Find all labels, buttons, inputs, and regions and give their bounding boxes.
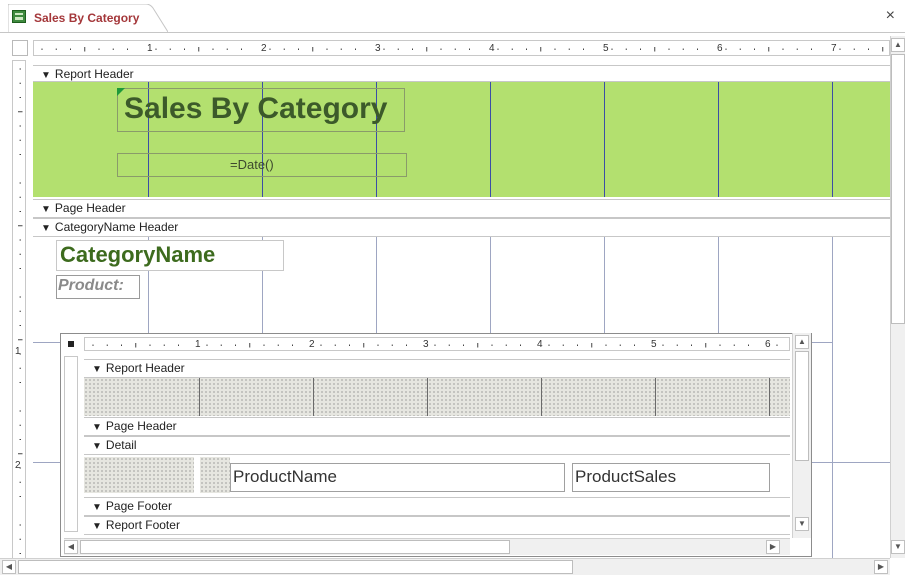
section-collapse-icon: ▼ bbox=[92, 521, 102, 532]
scroll-right-icon[interactable]: ▶ bbox=[766, 540, 780, 554]
ruler-ticks bbox=[92, 343, 778, 348]
scroll-thumb[interactable] bbox=[18, 560, 573, 574]
grid-line bbox=[655, 378, 656, 416]
section-label: Report Header bbox=[105, 361, 185, 375]
horizontal-ruler: 1 2 3 4 5 6 7 bbox=[33, 40, 890, 56]
scroll-thumb[interactable] bbox=[891, 54, 905, 324]
grid-line bbox=[541, 378, 542, 416]
section-label: Report Footer bbox=[105, 518, 180, 532]
scroll-up-icon[interactable]: ▲ bbox=[891, 38, 905, 52]
ruler-number: 1 bbox=[15, 346, 21, 357]
section-label: Page Footer bbox=[105, 499, 172, 513]
report-title: Sales By Category bbox=[124, 92, 388, 125]
section-collapse-icon: ▼ bbox=[92, 422, 102, 433]
subreport-vertical-ruler bbox=[64, 356, 78, 532]
scroll-thumb[interactable] bbox=[80, 540, 510, 554]
page-header-bar[interactable]: ▼ Page Header bbox=[33, 199, 890, 218]
section-collapse-icon: ▼ bbox=[92, 502, 102, 513]
section-label: Report Header bbox=[54, 67, 134, 81]
grid-line bbox=[313, 378, 314, 416]
ruler-number: 2 bbox=[309, 339, 315, 350]
section-label: Page Header bbox=[105, 419, 177, 433]
section-collapse-icon: ▼ bbox=[92, 441, 102, 452]
subreport-horizontal-scrollbar[interactable]: ◀ ▶ bbox=[64, 538, 790, 555]
grid-line bbox=[832, 237, 833, 564]
vertical-ruler: 1 2 bbox=[12, 60, 26, 560]
ruler-number: 1 bbox=[195, 339, 201, 350]
ruler-number: 1 bbox=[147, 43, 153, 54]
subreport-vertical-scrollbar[interactable]: ▲ ▼ bbox=[792, 333, 811, 538]
category-name-field: CategoryName bbox=[60, 242, 216, 267]
section-label: CategoryName Header bbox=[54, 220, 179, 234]
sub-page-header-bar[interactable]: ▼ Page Header bbox=[84, 417, 790, 436]
scroll-down-icon[interactable]: ▼ bbox=[795, 517, 809, 531]
date-expression: =Date() bbox=[230, 157, 274, 172]
scroll-down-icon[interactable]: ▼ bbox=[891, 540, 905, 554]
scroll-up-icon[interactable]: ▲ bbox=[795, 335, 809, 349]
grid-line bbox=[427, 378, 428, 416]
scroll-left-icon[interactable]: ◀ bbox=[2, 560, 16, 574]
dotted-area bbox=[200, 457, 230, 493]
document-tab[interactable]: Sales By Category bbox=[8, 4, 168, 32]
grid-line bbox=[769, 378, 770, 416]
tab-title: Sales By Category bbox=[34, 11, 140, 25]
section-label: Detail bbox=[105, 438, 137, 452]
ruler-number: 2 bbox=[15, 460, 21, 471]
ruler-number: 5 bbox=[603, 43, 609, 54]
product-sales-field: ProductSales bbox=[575, 467, 677, 486]
sub-report-header-bar[interactable]: ▼ Report Header bbox=[84, 359, 790, 378]
ruler-number: 4 bbox=[537, 339, 543, 350]
grid-line bbox=[199, 378, 200, 416]
vertical-scrollbar[interactable]: ▲ ▼ bbox=[890, 36, 905, 558]
sub-detail-bar[interactable]: ▼ Detail bbox=[84, 436, 790, 455]
dotted-area bbox=[84, 457, 194, 493]
ruler-number: 5 bbox=[651, 339, 657, 350]
ruler-ticks bbox=[41, 47, 884, 52]
grid-line bbox=[604, 237, 605, 337]
subreport-horizontal-ruler: 1 2 3 4 5 6 bbox=[84, 337, 790, 351]
report-header-bar[interactable]: ▼ Report Header bbox=[33, 65, 890, 82]
product-name-field: ProductName bbox=[233, 467, 337, 486]
grid-line bbox=[718, 82, 719, 197]
section-label: Page Header bbox=[54, 201, 126, 215]
grid-line bbox=[832, 82, 833, 197]
scroll-thumb[interactable] bbox=[795, 351, 809, 461]
ruler-number: 2 bbox=[261, 43, 267, 54]
sub-report-footer-bar[interactable]: ▼ Report Footer bbox=[84, 516, 790, 535]
ruler-number: 6 bbox=[717, 43, 723, 54]
grid-line bbox=[490, 82, 491, 197]
product-label: Product: bbox=[58, 277, 124, 294]
report-icon bbox=[12, 10, 26, 23]
ruler-number: 3 bbox=[375, 43, 381, 54]
close-icon[interactable]: × bbox=[886, 8, 895, 24]
scroll-left-icon[interactable]: ◀ bbox=[64, 540, 78, 554]
grid-line bbox=[490, 237, 491, 337]
section-collapse-icon: ▼ bbox=[41, 204, 51, 215]
ruler-corner-selector[interactable] bbox=[12, 40, 28, 56]
ruler-ticks bbox=[18, 68, 23, 554]
subreport-selector[interactable] bbox=[64, 337, 80, 351]
category-header-bar[interactable]: ▼ CategoryName Header bbox=[33, 218, 890, 237]
section-collapse-icon: ▼ bbox=[41, 223, 51, 234]
sub-page-footer-bar[interactable]: ▼ Page Footer bbox=[84, 497, 790, 516]
horizontal-scrollbar[interactable]: ◀ ▶ bbox=[0, 558, 890, 575]
ruler-number: 3 bbox=[423, 339, 429, 350]
grid-line bbox=[604, 82, 605, 197]
sub-report-header-band[interactable] bbox=[84, 378, 790, 416]
grid-line bbox=[718, 237, 719, 337]
ruler-number: 6 bbox=[765, 339, 771, 350]
ruler-number: 7 bbox=[831, 43, 837, 54]
scroll-right-icon[interactable]: ▶ bbox=[874, 560, 888, 574]
grid-line bbox=[376, 237, 377, 337]
section-collapse-icon: ▼ bbox=[92, 364, 102, 375]
ruler-number: 4 bbox=[489, 43, 495, 54]
